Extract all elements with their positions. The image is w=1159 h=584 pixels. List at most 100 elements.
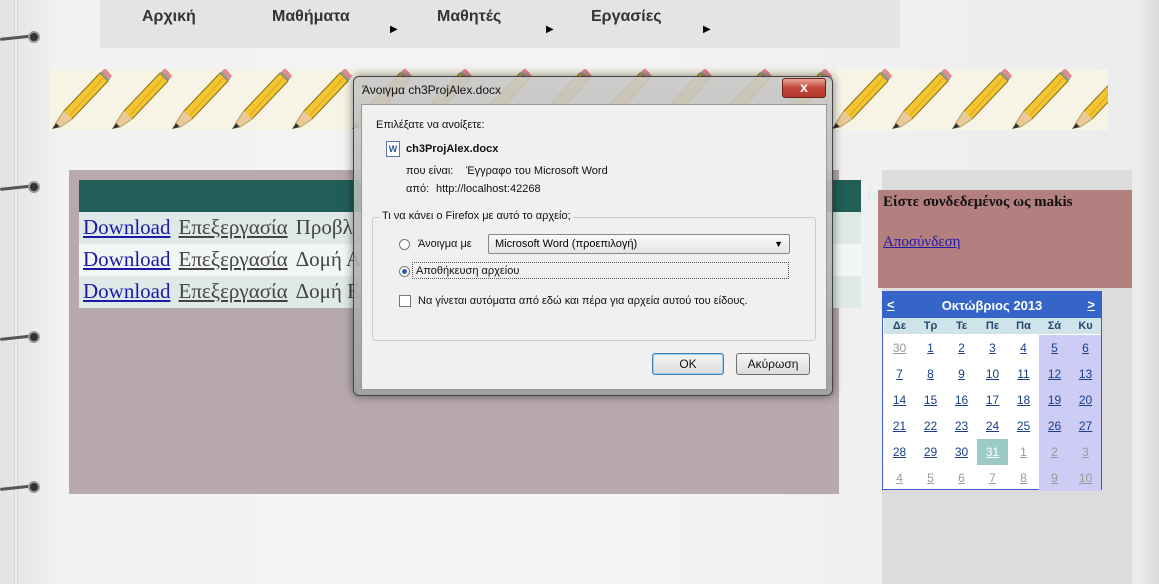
nav-item-home[interactable]: Αρχική	[142, 8, 196, 26]
calendar-day[interactable]: 9	[946, 361, 977, 387]
save-file-label[interactable]: Αποθήκευση αρχείου	[416, 265, 519, 277]
calendar-day[interactable]: 28	[884, 439, 915, 465]
calendar-day[interactable]: 3	[1070, 439, 1101, 465]
calendar-day[interactable]: 8	[915, 361, 946, 387]
calendar-day[interactable]: 19	[1039, 387, 1070, 413]
calendar: < Οκτώβριος 2013 > Δε Τρ Τε Πε Πα Σά Κυ 30 1 2 3 4 5…	[882, 291, 1102, 491]
submenu-arrow-icon: ▶	[703, 24, 711, 35]
top-navigation: Αρχική Μαθήματα ▶ Μαθητές ▶ Εργασίες ▶	[100, 0, 900, 48]
calendar-day[interactable]: 15	[915, 387, 946, 413]
dialog-title: Άνοιγμα ch3ProjAlex.docx	[362, 83, 502, 97]
calendar-day[interactable]: 6	[1070, 335, 1101, 361]
cancel-button[interactable]: Ακύρωση	[736, 353, 810, 375]
calendar-day[interactable]: 9	[1039, 465, 1070, 491]
edit-link[interactable]: Επεξεργασία	[179, 247, 288, 271]
calendar-day[interactable]: 6	[946, 465, 977, 491]
open-file-dialog: Άνοιγμα ch3ProjAlex.docx x Επιλέξατε να …	[353, 76, 833, 396]
calendar-day[interactable]: 8	[1008, 465, 1039, 491]
calendar-day[interactable]: 29	[915, 439, 946, 465]
calendar-day[interactable]: 25	[1008, 413, 1039, 439]
file-name: ch3ProjAlex.docx	[406, 143, 499, 155]
notebook-spine	[14, 0, 18, 584]
calendar-day[interactable]: 4	[884, 465, 915, 491]
binder-ring	[0, 480, 44, 496]
calendar-day[interactable]: 10	[977, 361, 1008, 387]
calendar-weekday-label: Κυ	[1070, 318, 1101, 334]
calendar-day[interactable]: 1	[1008, 439, 1039, 465]
calendar-next-link[interactable]: >	[1087, 297, 1095, 312]
auto-action-checkbox[interactable]	[399, 295, 411, 307]
dialog-body: Επιλέξατε να ανοίξετε: W ch3ProjAlex.doc…	[361, 104, 827, 390]
assignment-title: Δομή Α	[295, 247, 362, 271]
calendar-day[interactable]: 1	[915, 335, 946, 361]
calendar-day[interactable]: 11	[1008, 361, 1039, 387]
calendar-day[interactable]: 2	[946, 335, 977, 361]
ok-button[interactable]: OK	[652, 353, 724, 375]
calendar-day[interactable]: 3	[977, 335, 1008, 361]
edit-link[interactable]: Επεξεργασία	[179, 279, 288, 303]
action-question: Τι να κάνει ο Firefox με αυτό το αρχείο;	[380, 210, 573, 222]
edit-link[interactable]: Επεξεργασία	[179, 215, 288, 239]
calendar-weekday-label: Δε	[884, 318, 915, 334]
calendar-day[interactable]: 30	[946, 439, 977, 465]
calendar-day[interactable]: 5	[1039, 335, 1070, 361]
download-link[interactable]: Download	[83, 247, 171, 271]
calendar-weekday-label: Σά	[1039, 318, 1070, 334]
calendar-day[interactable]: 7	[977, 465, 1008, 491]
calendar-day[interactable]: 31	[977, 439, 1008, 465]
file-type-label: που είναι:	[406, 165, 454, 177]
login-status-text: Είστε συνδεδεμένος ως makis	[883, 194, 1073, 210]
login-status-box: Είστε συνδεδεμένος ως makis Αποσύνδεση	[878, 190, 1132, 288]
calendar-day[interactable]: 16	[946, 387, 977, 413]
file-source-value: http://localhost:42268	[436, 183, 541, 195]
calendar-day[interactable]: 27	[1070, 413, 1101, 439]
calendar-weekday-label: Τρ	[915, 318, 946, 334]
submenu-arrow-icon: ▶	[390, 24, 398, 35]
calendar-day[interactable]: 10	[1070, 465, 1101, 491]
calendar-day[interactable]: 4	[1008, 335, 1039, 361]
calendar-day[interactable]: 18	[1008, 387, 1039, 413]
close-button[interactable]: x	[782, 78, 826, 98]
nav-item-assignments[interactable]: Εργασίες	[591, 8, 662, 26]
logout-link[interactable]: Αποσύνδεση	[883, 234, 961, 251]
binder-ring	[0, 180, 44, 196]
calendar-day[interactable]: 20	[1070, 387, 1101, 413]
open-with-select[interactable]: Microsoft Word (προεπιλογή) ▼	[488, 234, 790, 254]
calendar-weekday-label: Πα	[1008, 318, 1039, 334]
calendar-day[interactable]: 5	[915, 465, 946, 491]
file-source-label: από:	[406, 183, 430, 195]
calendar-day[interactable]: 12	[1039, 361, 1070, 387]
save-file-radio[interactable]	[399, 266, 410, 277]
nav-item-students[interactable]: Μαθητές	[437, 8, 501, 26]
calendar-header: < Οκτώβριος 2013 >	[883, 292, 1101, 318]
calendar-day[interactable]: 17	[977, 387, 1008, 413]
nav-item-courses[interactable]: Μαθήματα	[272, 8, 350, 26]
calendar-day[interactable]: 13	[1070, 361, 1101, 387]
open-with-radio[interactable]	[399, 239, 410, 250]
calendar-day[interactable]: 21	[884, 413, 915, 439]
download-link[interactable]: Download	[83, 215, 171, 239]
calendar-day[interactable]: 26	[1039, 413, 1070, 439]
calendar-day[interactable]: 24	[977, 413, 1008, 439]
open-with-selected: Microsoft Word (προεπιλογή)	[495, 238, 638, 250]
calendar-day[interactable]: 7	[884, 361, 915, 387]
binder-ring	[0, 30, 44, 46]
calendar-day[interactable]: 2	[1039, 439, 1070, 465]
calendar-month-title: Οκτώβριος 2013	[941, 298, 1043, 313]
calendar-day[interactable]: 23	[946, 413, 977, 439]
submenu-arrow-icon: ▶	[546, 24, 554, 35]
open-with-label: Άνοιγμα με	[418, 238, 472, 250]
calendar-day[interactable]: 22	[915, 413, 946, 439]
download-link[interactable]: Download	[83, 279, 171, 303]
calendar-weekday-label: Πε	[977, 318, 1008, 334]
binder-ring	[0, 330, 44, 346]
choose-label: Επιλέξατε να ανοίξετε:	[376, 119, 485, 131]
assignment-title: Προβλ	[295, 215, 353, 239]
calendar-day[interactable]: 14	[884, 387, 915, 413]
calendar-day[interactable]: 30	[884, 335, 915, 361]
word-document-icon: W	[386, 141, 400, 157]
calendar-weekday-label: Τε	[946, 318, 977, 334]
chevron-down-icon: ▼	[774, 239, 783, 249]
assignment-title: Δομή Ε	[295, 279, 360, 303]
auto-action-label: Να γίνεται αυτόματα από εδώ και πέρα για…	[418, 295, 748, 307]
